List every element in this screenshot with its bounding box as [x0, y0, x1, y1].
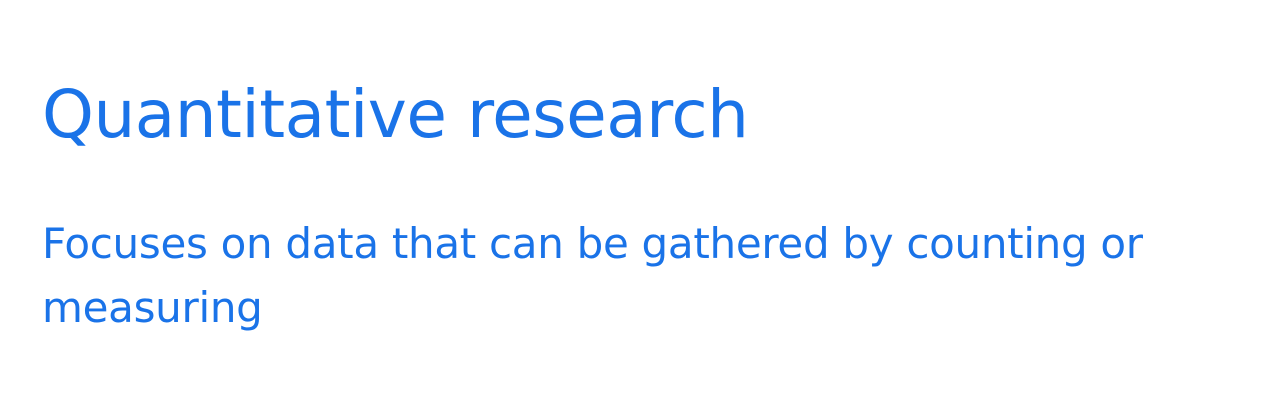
slide: Quantitative research Focuses on data th… — [0, 0, 1272, 406]
slide-title: Quantitative research — [42, 76, 749, 153]
slide-body-text: Focuses on data that can be gathered by … — [42, 219, 1143, 332]
